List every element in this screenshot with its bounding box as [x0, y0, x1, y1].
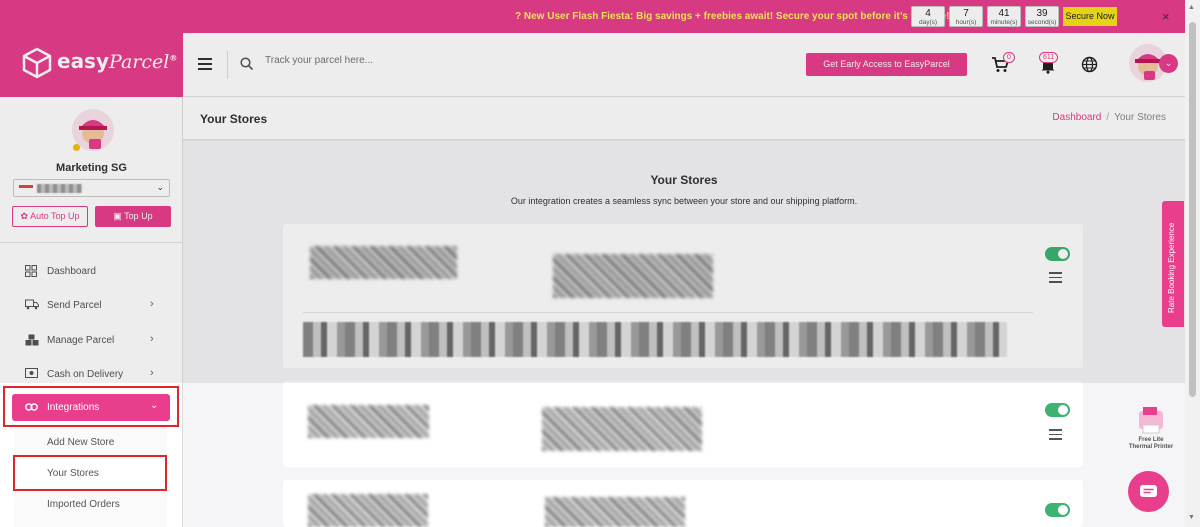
truck-icon [25, 299, 39, 310]
redacted-store-logo [308, 405, 429, 438]
menu-icon[interactable] [198, 58, 212, 73]
nav-label: Send Parcel [47, 300, 102, 311]
page-header: Your Stores Dashboard / Your Stores [183, 97, 1185, 140]
secure-now-button[interactable]: Secure Now [1063, 7, 1117, 26]
notification-count-badge: 611 [1039, 52, 1059, 63]
chevron-right-icon: › [150, 333, 154, 345]
nav-label: Manage Parcel [47, 335, 115, 346]
countdown-days: 4 day(s) [911, 6, 945, 27]
page-title: Your Stores [200, 112, 268, 126]
rate-booking-tab[interactable]: Rate Booking Experience [1162, 201, 1184, 327]
countdown-hours: 7 hour(s) [949, 6, 983, 27]
status-dot [73, 144, 80, 151]
singapore-flag-icon [19, 185, 33, 191]
scrollbar[interactable]: ▲ ▼ [1185, 0, 1200, 527]
redacted-store-logo [310, 246, 457, 279]
redacted-store-name [553, 254, 713, 298]
promo-banner: ? New User Flash Fiesta: Big savings + f… [0, 0, 1200, 33]
divider [303, 312, 1033, 313]
scroll-thumb[interactable] [1189, 22, 1196, 397]
divider [0, 242, 183, 243]
countdown-minutes: 41 minute(s) [987, 6, 1021, 27]
store-toggle[interactable] [1045, 247, 1070, 261]
account-select[interactable]: ⌄ [13, 179, 170, 197]
sidebar: Marketing SG ⌄ ✿ Auto Top Up ▣ Top Up Da… [0, 97, 183, 527]
countdown-seconds: 39 second(s) [1025, 6, 1059, 27]
wallet-icon: ▣ [113, 211, 122, 221]
top-navbar: Get Early Access to EasyParcel NextGen 0… [183, 33, 1185, 97]
store-toggle[interactable] [1045, 403, 1070, 417]
breadcrumb-dashboard-link[interactable]: Dashboard [1052, 112, 1101, 123]
brand-logo[interactable]: easyParcel® [0, 33, 183, 97]
nextgen-access-button[interactable]: Get Early Access to EasyParcel NextGen [806, 53, 967, 92]
dashboard-icon [25, 265, 37, 277]
chat-button[interactable] [1128, 471, 1169, 512]
store-card [283, 224, 1083, 368]
stores-heading: Your Stores [650, 173, 718, 187]
breadcrumb-current: Your Stores [1114, 112, 1166, 123]
nav-manage-parcel[interactable]: Manage Parcel › [0, 327, 183, 353]
redacted-store-name [542, 407, 702, 451]
track-parcel-input[interactable] [265, 55, 565, 66]
search-icon [240, 57, 254, 71]
boxes-icon [25, 334, 39, 346]
stores-subheading: Our integration creates a seamless sync … [510, 196, 858, 206]
chevron-right-icon: › [150, 298, 154, 310]
auto-top-up-button[interactable]: ✿ Auto Top Up [12, 206, 88, 227]
globe-icon[interactable] [1081, 56, 1098, 73]
submenu-add-new-store[interactable]: Add New Store [14, 427, 167, 457]
countdown: 4 day(s) 7 hour(s) 41 minute(s) 39 second(s) [911, 6, 1059, 27]
top-up-button[interactable]: ▣ Top Up [95, 206, 171, 227]
chevron-down-icon: ⌄ [156, 182, 164, 192]
chevron-down-icon[interactable]: ⌄ [1159, 54, 1178, 73]
printer-icon [1139, 407, 1163, 434]
divider [227, 51, 228, 79]
box-logo-icon [22, 47, 52, 79]
printer-promo[interactable]: Free Lite Thermal Printer [1125, 405, 1177, 460]
chevron-down-icon: ⌄ [150, 400, 159, 411]
promo-text: ? New User Flash Fiesta: Big savings + f… [515, 11, 950, 22]
breadcrumb: Dashboard / Your Stores [1052, 112, 1166, 123]
brand-name: easyParcel® [57, 49, 178, 73]
nav-label: Cash on Delivery [47, 369, 124, 380]
nav-integrations[interactable]: Integrations ⌄ [12, 394, 170, 421]
redacted-account [37, 184, 82, 193]
scroll-down-icon[interactable]: ▼ [1188, 514, 1195, 521]
cart-count-badge: 0 [1003, 52, 1015, 63]
chat-icon [1140, 485, 1157, 497]
nav-cash-on-delivery[interactable]: Cash on Delivery › [0, 361, 183, 387]
nav-send-parcel[interactable]: Send Parcel › [0, 292, 183, 318]
scroll-up-icon[interactable]: ▲ [1188, 4, 1195, 11]
cash-icon [25, 368, 38, 378]
redacted-store-details [303, 322, 1007, 357]
close-icon[interactable]: × [1162, 9, 1170, 24]
store-card [283, 480, 1083, 527]
nav-label: Dashboard [47, 266, 96, 277]
highlight-frame [13, 455, 167, 491]
menu-icon[interactable] [1049, 272, 1062, 286]
store-toggle[interactable] [1045, 503, 1070, 517]
gear-icon: ✿ [20, 211, 29, 221]
menu-icon[interactable] [1049, 429, 1062, 443]
redacted-store-logo [308, 494, 428, 527]
account-name: Marketing SG [56, 162, 127, 174]
chevron-right-icon: › [150, 367, 154, 379]
submenu-imported-orders[interactable]: Imported Orders [14, 489, 167, 519]
nav-dashboard[interactable]: Dashboard [0, 258, 183, 284]
link-icon [25, 403, 38, 411]
nav-label: Integrations [47, 402, 100, 413]
redacted-store-name [545, 497, 685, 527]
store-card [283, 381, 1083, 467]
